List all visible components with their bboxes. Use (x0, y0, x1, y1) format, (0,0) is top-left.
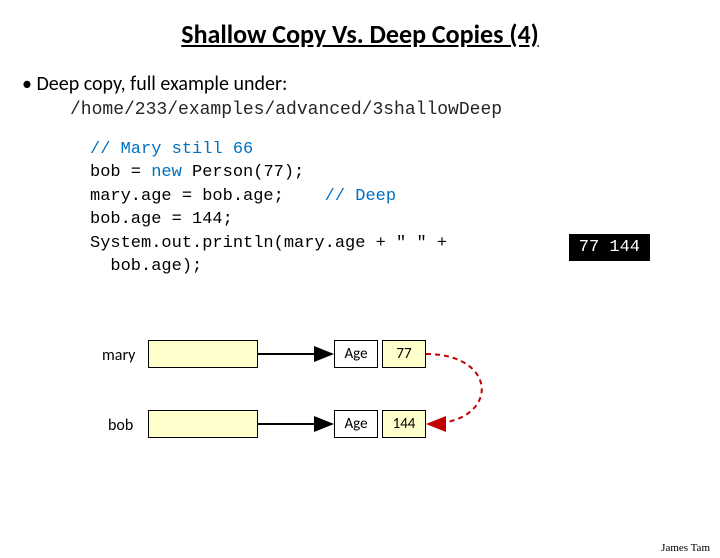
slide-title: Shallow Copy Vs. Deep Copies (4) (0, 18, 720, 50)
console-output: 77 144 (569, 234, 650, 261)
code-line-3a: mary.age = bob.age; (90, 187, 325, 206)
example-path: /home/233/examples/advanced/3shallowDeep (70, 100, 720, 120)
bullet-deep-copy: Deep copy, full example under: (22, 72, 720, 96)
label-mary: mary (102, 346, 135, 365)
code-line-6: bob.age); (90, 257, 202, 276)
bob-age-value: 144 (382, 410, 426, 438)
mary-ref-box (148, 340, 258, 368)
code-line-4: bob.age = 144; (90, 210, 233, 229)
bob-ref-box (148, 410, 258, 438)
code-keyword-new: new (151, 163, 182, 182)
code-comment-1: // Mary still 66 (90, 140, 253, 159)
mary-age-label: Age (334, 340, 378, 368)
memory-diagram: mary Age 77 bob Age 144 (100, 340, 600, 500)
footer-author: James Tam (661, 542, 710, 554)
bob-age-label: Age (334, 410, 378, 438)
label-bob: bob (108, 416, 133, 435)
mary-age-value: 77 (382, 340, 426, 368)
code-line-2c: Person(77); (182, 163, 304, 182)
code-comment-deep: // Deep (325, 187, 396, 206)
code-line-2a: bob = (90, 163, 151, 182)
code-line-5: System.out.println(mary.age + " " + (90, 234, 447, 253)
